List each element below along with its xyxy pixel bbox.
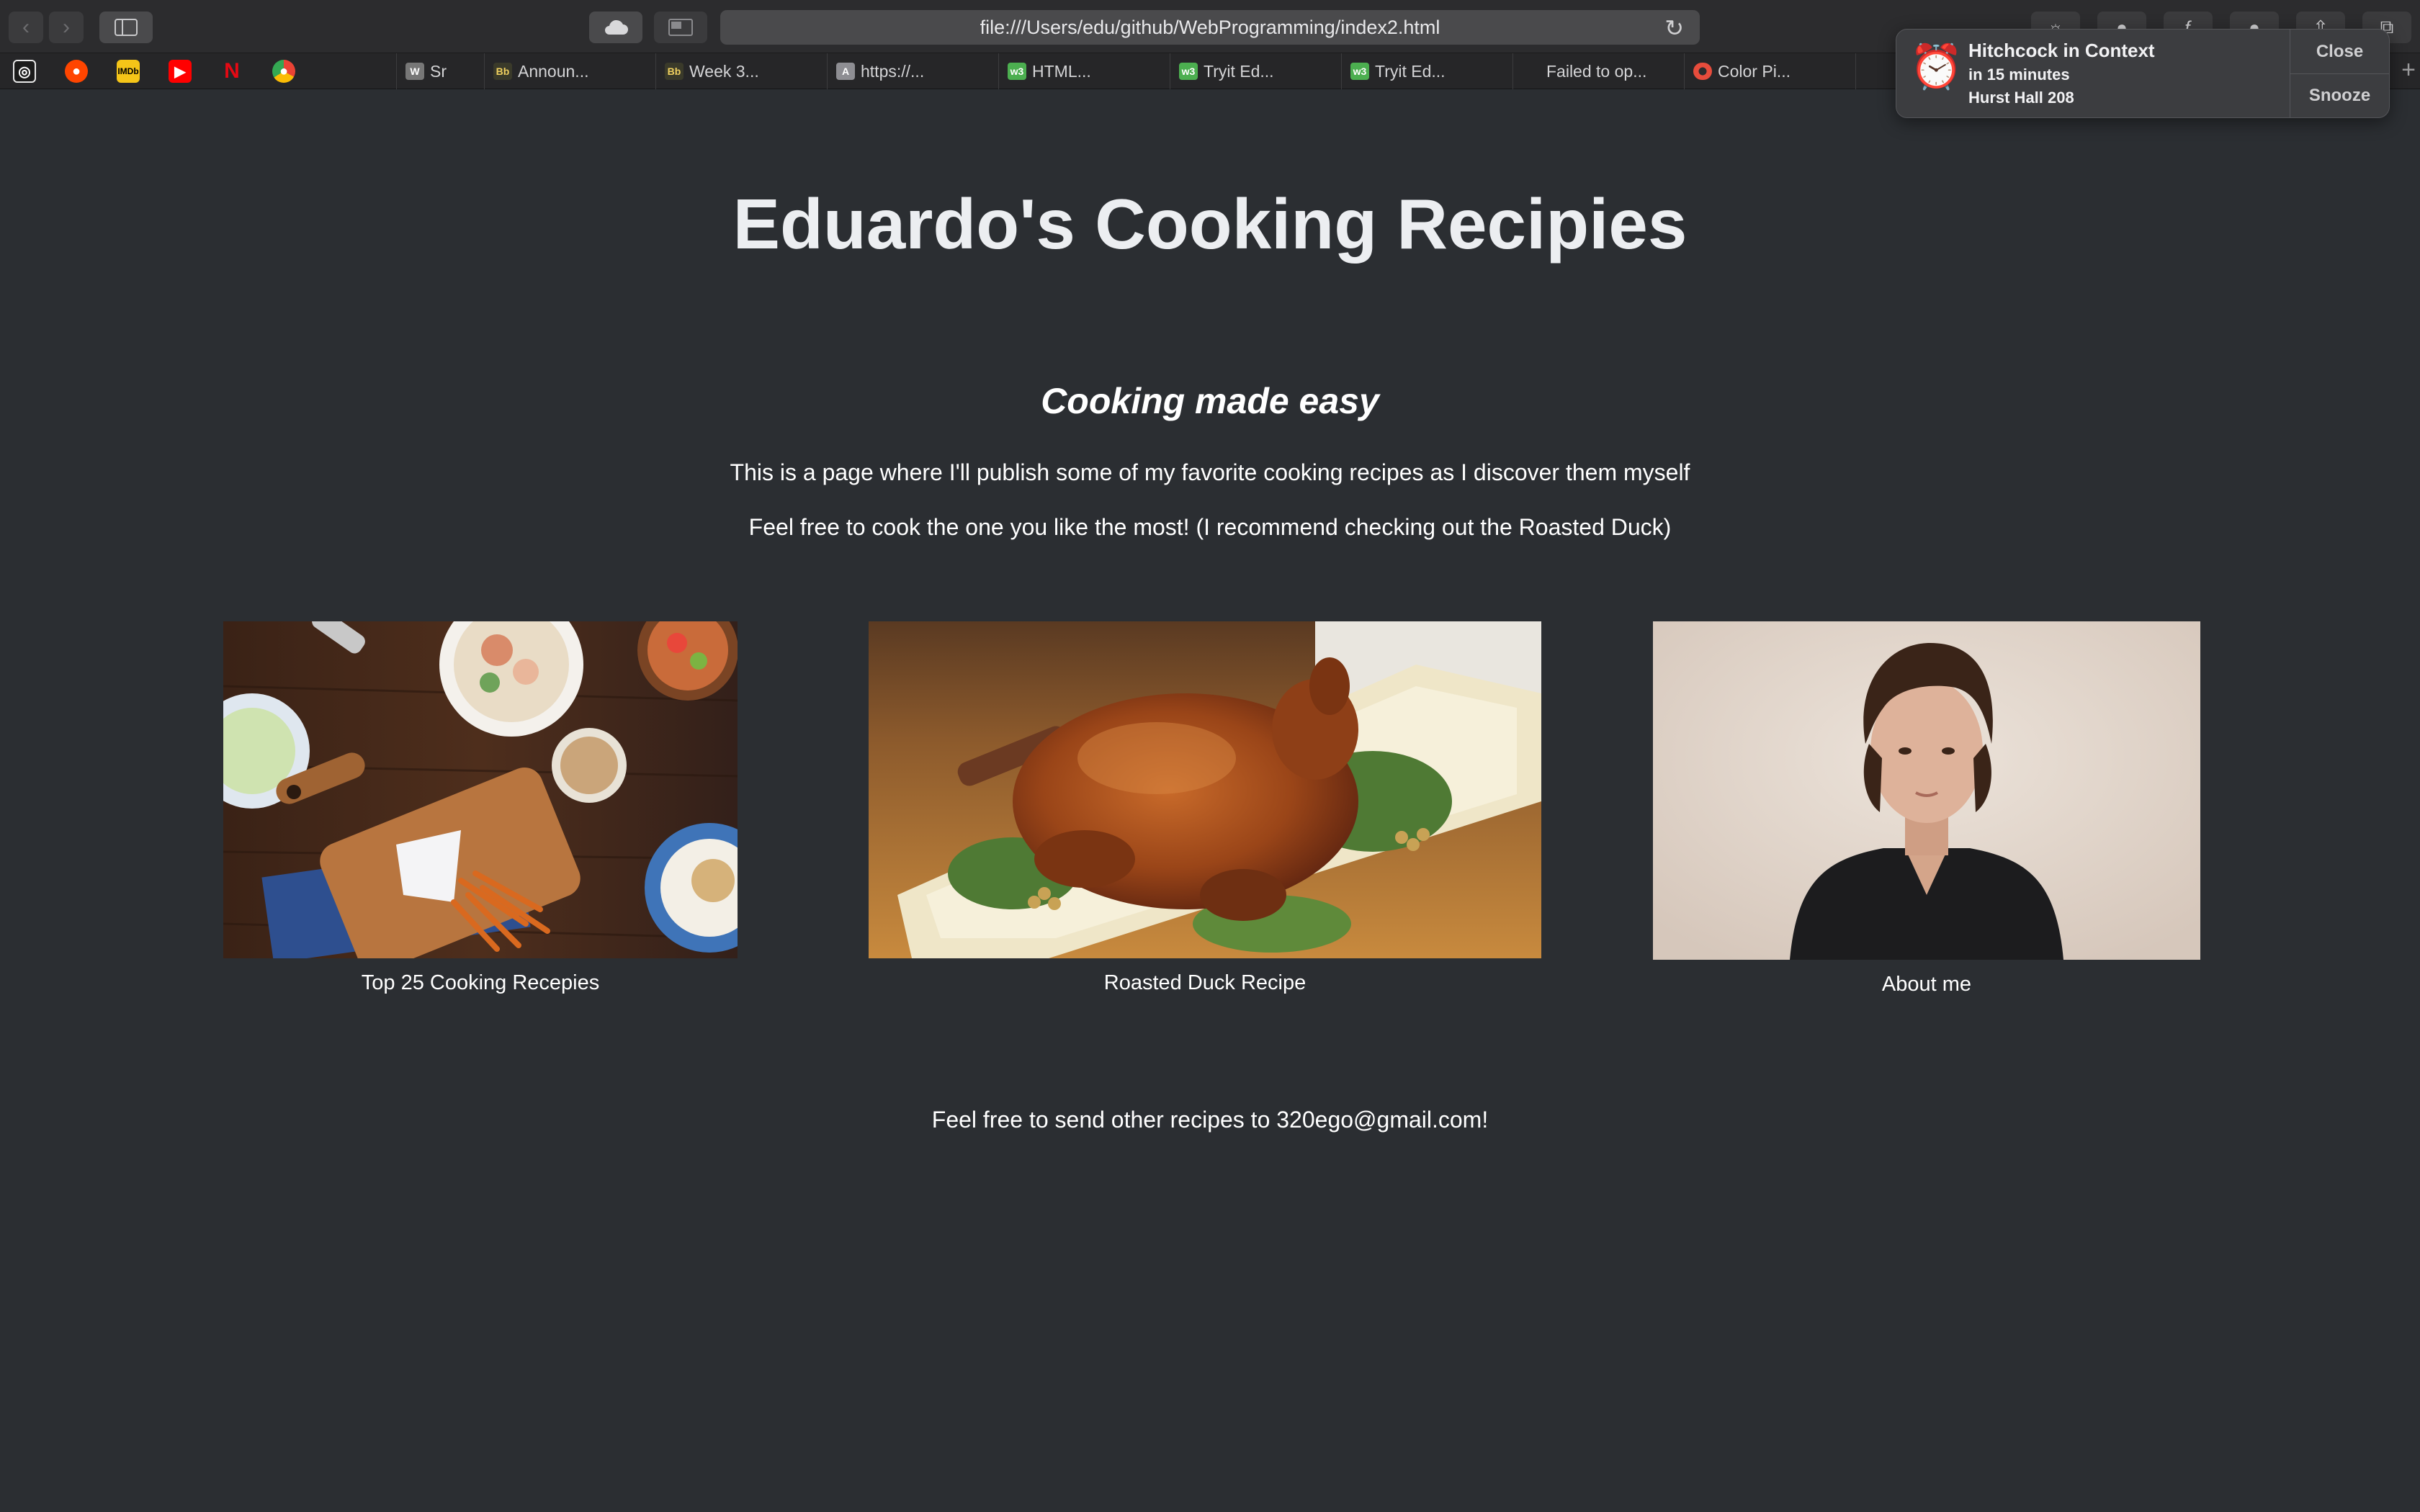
icloud-tabs-button[interactable] bbox=[589, 12, 642, 43]
color-picker-icon bbox=[1693, 63, 1712, 80]
food-spread-image[interactable] bbox=[223, 621, 738, 958]
new-tab-plus-icon[interactable]: + bbox=[2401, 56, 2416, 84]
page-content: Eduardo's Cooking Recipies Cooking made … bbox=[0, 90, 2420, 1512]
intro-paragraph: This is a page where I'll publish some o… bbox=[730, 459, 1690, 485]
tab-7[interactable]: w3 Tryit Ed... bbox=[1341, 53, 1512, 89]
duck-caption[interactable]: Roasted Duck Recipe bbox=[869, 971, 1541, 995]
page-title: Eduardo's Cooking Recipies bbox=[732, 184, 1688, 264]
portrait-image[interactable] bbox=[1653, 621, 2200, 960]
sidebar-icon bbox=[115, 19, 138, 36]
blackboard-icon: Bb bbox=[665, 63, 684, 80]
chevron-right-icon: › bbox=[63, 15, 70, 39]
reload-icon[interactable]: ↻ bbox=[1664, 14, 1684, 42]
tab-label: Week 3... bbox=[689, 61, 759, 81]
duck-card[interactable]: Roasted Duck Recipe bbox=[869, 621, 1541, 995]
alarm-clock-icon: ⏰ bbox=[1909, 42, 1963, 91]
address-bar[interactable]: file:///Users/edu/github/WebProgramming/… bbox=[720, 10, 1700, 45]
close-button[interactable]: Close bbox=[2290, 30, 2389, 73]
tab-label: HTML... bbox=[1032, 61, 1091, 81]
page-subtitle: Cooking made easy bbox=[1041, 381, 1379, 421]
roasted-duck-illustration bbox=[869, 621, 1541, 958]
tab-overflow[interactable] bbox=[1855, 53, 1899, 89]
tab-4[interactable]: A https://... bbox=[827, 53, 998, 89]
roasted-duck-image[interactable] bbox=[869, 621, 1541, 958]
chevron-left-icon: ‹ bbox=[22, 15, 30, 39]
netflix-icon[interactable]: N bbox=[220, 59, 243, 83]
chrome-icon[interactable]: ● bbox=[272, 60, 295, 83]
recipes-caption[interactable]: Top 25 Cooking Recepies bbox=[223, 971, 738, 995]
tab-label: Tryit Ed... bbox=[1375, 61, 1446, 81]
food-spread-illustration bbox=[223, 621, 738, 958]
cloud-icon bbox=[605, 19, 628, 35]
contact-text: Feel free to send other recipes to 320eg… bbox=[931, 1107, 1489, 1133]
tab-3[interactable]: Bb Week 3... bbox=[655, 53, 827, 89]
forward-button[interactable]: › bbox=[49, 12, 84, 43]
w3schools-icon: w3 bbox=[1008, 63, 1026, 80]
portrait-illustration bbox=[1653, 621, 2200, 960]
letter-a-icon: A bbox=[836, 63, 855, 80]
tab-label: Announ... bbox=[518, 61, 589, 81]
imdb-icon[interactable]: IMDb bbox=[117, 60, 140, 83]
w3schools-icon: w3 bbox=[1350, 63, 1369, 80]
reddit-icon[interactable]: ● bbox=[65, 60, 88, 83]
about-card[interactable]: About me bbox=[1653, 621, 2200, 996]
recommend-paragraph: Feel free to cook the one you like the m… bbox=[748, 514, 1672, 540]
tab-label: https://... bbox=[861, 61, 925, 81]
tab-6[interactable]: w3 Tryit Ed... bbox=[1170, 53, 1341, 89]
instagram-icon[interactable]: ◎ bbox=[13, 60, 36, 83]
tab-9[interactable]: Color Pi... bbox=[1684, 53, 1855, 89]
back-button[interactable]: ‹ bbox=[9, 12, 43, 43]
tab-8[interactable]: Failed to op... bbox=[1512, 53, 1684, 89]
screen-icon bbox=[668, 19, 693, 36]
tab-5[interactable]: w3 HTML... bbox=[998, 53, 1170, 89]
notification-time: in 15 minutes bbox=[1968, 66, 2070, 84]
tab-label: Tryit Ed... bbox=[1204, 61, 1274, 81]
about-caption[interactable]: About me bbox=[1653, 973, 2200, 996]
tab-label: Color Pi... bbox=[1718, 61, 1791, 81]
sidebar-toggle-button[interactable] bbox=[99, 12, 153, 43]
youtube-icon[interactable]: ▶ bbox=[169, 60, 192, 83]
recipes-card[interactable]: Top 25 Cooking Recepies bbox=[223, 621, 738, 995]
reader-button[interactable] bbox=[654, 12, 707, 43]
tab-label: Sr bbox=[430, 61, 447, 81]
wikipedia-icon: W bbox=[405, 63, 424, 80]
tab-label: Failed to op... bbox=[1546, 61, 1647, 81]
tab-1[interactable]: W Sr bbox=[396, 53, 484, 89]
tab-2[interactable]: Bb Announ... bbox=[484, 53, 655, 89]
address-text: file:///Users/edu/github/WebProgramming/… bbox=[980, 16, 1440, 38]
blackboard-icon: Bb bbox=[493, 63, 512, 80]
notification-title: Hitchcock in Context bbox=[1968, 40, 2155, 61]
w3schools-icon: w3 bbox=[1179, 63, 1198, 80]
